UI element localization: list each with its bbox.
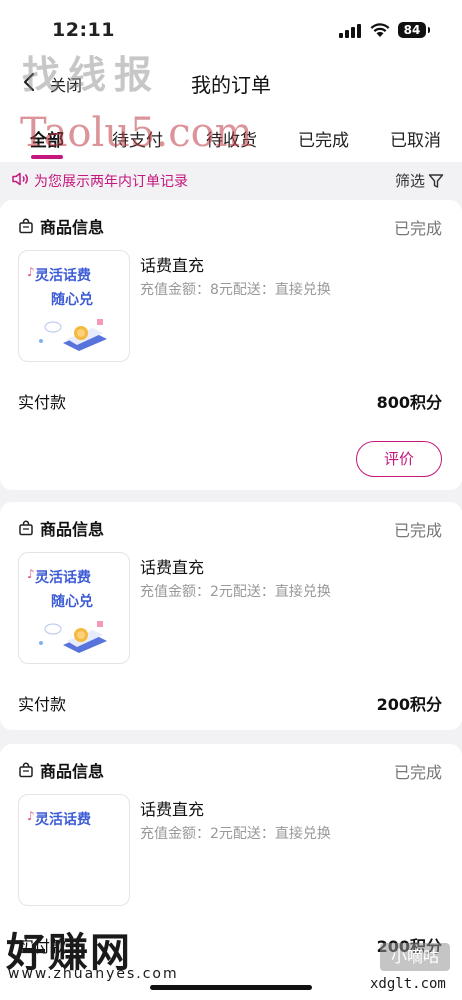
speaker-icon — [12, 172, 28, 186]
order-card-header: 商品信息 — [18, 516, 104, 540]
status-bar: 12:11 84 — [0, 0, 462, 56]
tab-pending-receipt[interactable]: 待收货 — [206, 126, 257, 151]
nav-bar: 关闭 我的订单 — [0, 56, 462, 108]
sparkle-icon: ♪ — [27, 809, 35, 823]
tab-cancelled[interactable]: 已取消 — [390, 126, 441, 151]
shopping-bag-icon — [19, 218, 33, 234]
tab-completed[interactable]: 已完成 — [298, 126, 349, 151]
notice-text: 为您展示两年内订单记录 — [34, 174, 188, 190]
shopping-bag-icon — [19, 520, 33, 536]
status-time: 12:11 — [52, 19, 115, 41]
section-title: 商品信息 — [40, 218, 105, 237]
tab-all[interactable]: 全部 — [30, 126, 64, 151]
thumbnail-title: 灵活话费 — [35, 570, 91, 586]
rate-button[interactable]: 评价 — [356, 441, 442, 477]
order-card[interactable]: 商品信息 已完成 ♪ 灵活话费 随心兑 话费直充 充值金额：8元配送：直接兑换 … — [0, 200, 462, 490]
filter-button[interactable]: 筛选 — [395, 170, 444, 191]
paid-amount-value: 800积分 — [376, 393, 442, 412]
coin-illustration-icon — [39, 319, 107, 351]
product-description: 充值金额：8元配送：直接兑换 — [140, 282, 331, 298]
paid-amount-value: 200积分 — [376, 937, 442, 956]
section-title: 商品信息 — [40, 762, 105, 781]
battery-level: 84 — [403, 23, 421, 37]
thumbnail-subtitle: 随心兑 — [51, 292, 93, 308]
paid-amount-label: 实付款 — [18, 393, 67, 412]
paid-amount-value: 200积分 — [376, 695, 442, 714]
thumbnail-title: 灵活话费 — [35, 812, 91, 828]
product-description: 充值金额：2元配送：直接兑换 — [140, 826, 331, 842]
order-tabs: 全部 待支付 待收货 已完成 已取消 — [0, 108, 462, 162]
thumbnail-subtitle: 随心兑 — [51, 594, 93, 610]
wifi-icon — [370, 23, 390, 37]
paid-amount-label: 实付款 — [18, 937, 67, 956]
notice-bar: 为您展示两年内订单记录 筛选 — [0, 162, 462, 196]
battery-tip — [428, 27, 430, 33]
product-name: 话费直充 — [140, 256, 205, 275]
product-description: 充值金额：2元配送：直接兑换 — [140, 584, 331, 600]
paid-amount-label: 实付款 — [18, 695, 67, 714]
order-card[interactable]: 商品信息 已完成 ♪ 灵活话费 随心兑 话费直充 充值金额：2元配送：直接兑换 … — [0, 502, 462, 730]
tab-pending-payment[interactable]: 待支付 — [112, 126, 163, 151]
thumbnail-title: 灵活话费 — [35, 268, 91, 284]
filter-funnel-icon — [428, 173, 444, 188]
order-card-header: 商品信息 — [18, 758, 104, 782]
filter-label: 筛选 — [394, 172, 425, 190]
product-thumbnail[interactable]: ♪ 灵活话费 随心兑 — [18, 250, 130, 362]
order-status: 已完成 — [393, 219, 442, 238]
cellular-signal-icon — [339, 24, 361, 38]
order-card[interactable]: 商品信息 已完成 ♪ 灵活话费 话费直充 充值金额：2元配送：直接兑换 实付款 … — [0, 744, 462, 1000]
sparkle-icon: ♪ — [27, 567, 35, 581]
active-tab-indicator — [31, 155, 63, 159]
shopping-bag-icon — [19, 762, 33, 778]
order-status: 已完成 — [393, 763, 442, 782]
sparkle-icon: ♪ — [27, 265, 35, 279]
coin-illustration-icon — [39, 621, 107, 653]
order-status: 已完成 — [393, 521, 442, 540]
page-title: 我的订单 — [191, 73, 271, 97]
product-thumbnail[interactable]: ♪ 灵活话费 — [18, 794, 130, 906]
section-title: 商品信息 — [40, 520, 105, 539]
home-indicator — [150, 985, 312, 990]
product-name: 话费直充 — [140, 558, 205, 577]
product-thumbnail[interactable]: ♪ 灵活话费 随心兑 — [18, 552, 130, 664]
order-card-header: 商品信息 — [18, 214, 104, 238]
product-name: 话费直充 — [140, 800, 205, 819]
battery-icon: 84 — [398, 22, 426, 38]
